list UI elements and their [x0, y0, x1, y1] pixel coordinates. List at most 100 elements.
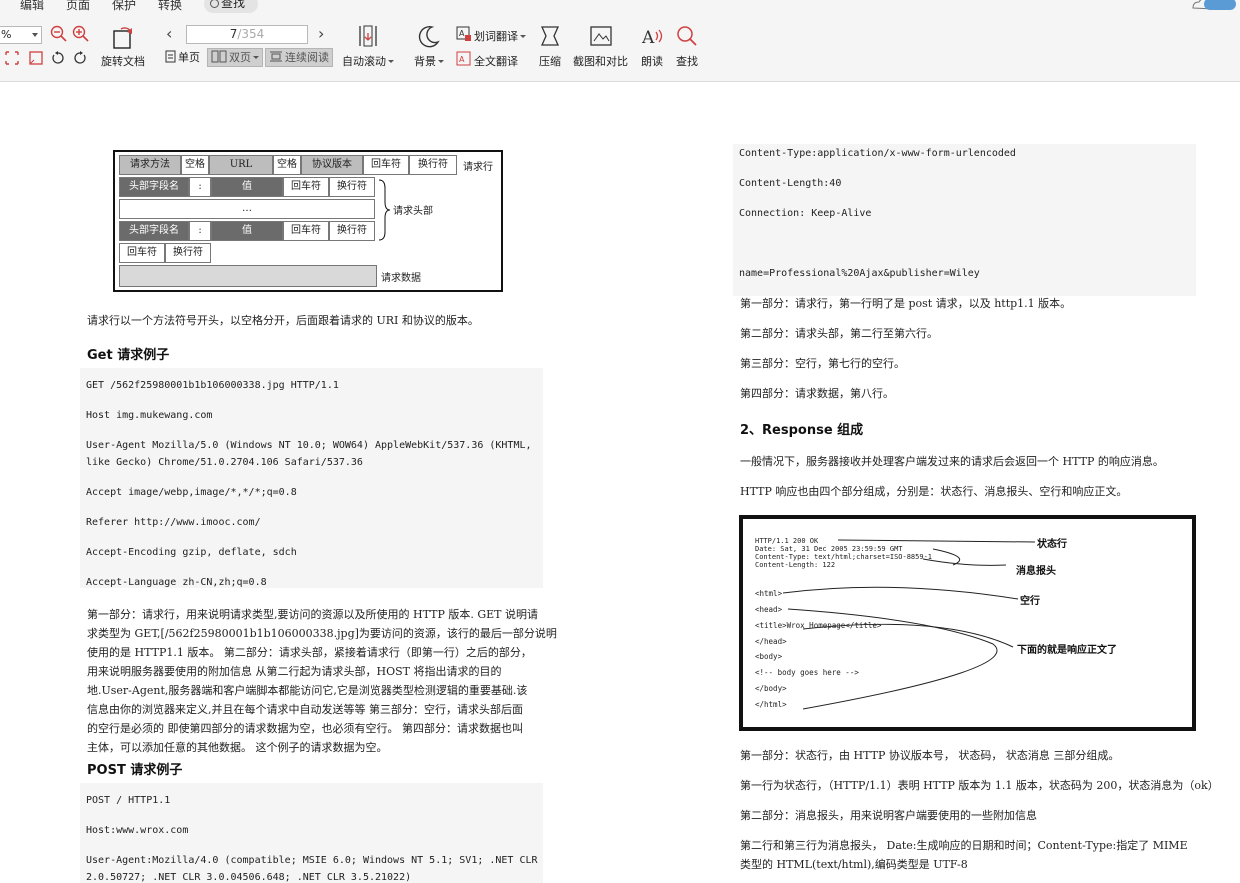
auto-scroll-label[interactable]: 自动滚动 [342, 53, 394, 69]
cloud-icon[interactable] [1190, 0, 1240, 12]
rotate-right-icon[interactable] [72, 50, 88, 66]
code-line: GET /562f25980001b1b106000338.jpg HTTP/1… [86, 380, 339, 391]
full-translate-label[interactable]: 全文翻译 [474, 53, 518, 69]
menu-edit[interactable]: 编辑 [20, 0, 44, 13]
get-example-heading: Get 请求例子 [87, 348, 170, 363]
single-page-button[interactable]: 单页 [162, 48, 203, 67]
word-translate-text: 划词翻译 [474, 30, 518, 43]
rotate-left-icon[interactable] [50, 50, 66, 66]
explain-line: 用来说明服务器要使用的附加信息 从第二行起为请求头部，HOST 将指出请求的目的 [87, 665, 502, 678]
explain-line: 使用的是 HTTP1.1 版本。 第二部分：请求头部，紧接着请求行（即第一行）之… [87, 646, 532, 659]
cell-value: 值 [211, 177, 283, 197]
post-example-code: POST / HTTP1.1 Host:www.wrox.com User-Ag… [80, 783, 543, 883]
single-page-label: 单页 [178, 51, 200, 64]
code-line: Host img.mukewang.com [86, 410, 213, 421]
menu-page[interactable]: 页面 [66, 0, 90, 13]
auto-scroll-text: 自动滚动 [342, 55, 386, 68]
menu-search-label: 查找 [221, 0, 246, 10]
code-line: 2.0.50727; .NET CLR 3.0.04506.648; .NET … [86, 872, 412, 883]
continuous-reading-label: 连续阅读 [285, 51, 329, 64]
fit-page-icon[interactable] [4, 50, 20, 66]
auto-scroll-icon[interactable] [357, 24, 379, 48]
background-label[interactable]: 背景 [414, 53, 444, 69]
cell-carriage-return: 回车符 [119, 243, 165, 263]
cell-space: 空格 [273, 155, 301, 175]
cell-url: URL [209, 155, 273, 175]
response-heading: 2、Response 组成 [740, 423, 864, 438]
post-example-heading: POST 请求例子 [87, 763, 183, 778]
code-line: Accept image/webp,image/*,*/*;q=0.8 [86, 487, 297, 498]
word-translate-label[interactable]: 划词翻译 [474, 28, 526, 44]
read-aloud-label[interactable]: 朗读 [641, 53, 663, 69]
explain-line: 的空行是必须的 即使第四部分的请求数据为空，也必须有空行。 第四部分：请求数据也… [87, 722, 523, 735]
next-page-button[interactable]: › [318, 25, 324, 43]
cell-carriage-return: 回车符 [363, 155, 409, 175]
screenshot-compare-label[interactable]: 截图和对比 [573, 53, 628, 69]
rotate-document-label: 旋转文档 [101, 55, 145, 68]
previous-page-button[interactable]: ‹ [166, 25, 172, 43]
page-total: /354 [237, 27, 265, 41]
zoom-select[interactable]: % [0, 26, 42, 44]
compress-icon[interactable] [539, 24, 561, 48]
request-line-description: 请求行以一个方法符号开头，以空格分开，后面跟着请求的 URI 和协议的版本。 [87, 314, 479, 327]
continuous-reading-button[interactable]: 连续阅读 [265, 48, 333, 67]
double-page-button[interactable]: 双页 [207, 48, 263, 67]
document-view[interactable]: 请求方法 空格 URL 空格 协议版本 回车符 换行符 请求行 头部字段名 : … [0, 82, 1240, 883]
full-translate-icon[interactable]: A [456, 51, 472, 67]
post-explain-line: 第三部分：空行，第七行的空行。 [740, 357, 905, 370]
code-line: POST / HTTP1.1 [86, 795, 171, 806]
request-line-label: 请求行 [463, 162, 493, 173]
cell-colon: : [189, 177, 211, 197]
page-number-input[interactable]: 7/354 [186, 25, 308, 44]
label-response-body: 下面的就是响应正文了 [1017, 645, 1117, 656]
zoom-value: % [1, 28, 12, 41]
cell-ellipsis: … [119, 199, 375, 219]
request-header-label: 请求头部 [393, 206, 433, 217]
menu-search-button[interactable]: 查找 [204, 0, 258, 13]
cell-line-feed: 换行符 [329, 177, 375, 197]
code-line: Referer http://www.imooc.com/ [86, 517, 261, 528]
menu-convert[interactable]: 转换 [158, 0, 182, 13]
response-explain-line: 第二部分：消息报头，用来说明客户端要使用的一些附加信息 [740, 809, 1037, 822]
moon-icon[interactable] [417, 24, 441, 48]
post-example-code-continued: Content-Type:application/x-www-form-urle… [733, 144, 1196, 296]
word-translate-icon[interactable]: A [456, 26, 472, 42]
find-icon[interactable] [675, 24, 699, 48]
cell-value: 值 [211, 221, 283, 241]
code-line: Accept-Language zh-CN,zh;q=0.8 [86, 577, 267, 588]
explain-line: 主体，可以添加任意的其他数据。 这个例子的请求数据为空。 [87, 741, 388, 754]
http-request-format-diagram: 请求方法 空格 URL 空格 协议版本 回车符 换行符 请求行 头部字段名 : … [113, 150, 503, 292]
zoom-in-icon[interactable] [72, 25, 90, 43]
label-blank-line: 空行 [1020, 596, 1040, 607]
code-line: Accept-Encoding gzip, deflate, sdch [86, 547, 297, 558]
annotation-arrows [782, 539, 1036, 710]
menu-protect[interactable]: 保护 [112, 0, 136, 13]
label-status-line: 状态行 [1037, 539, 1067, 550]
explain-line: 求类型为 GET,[/562f25980001b1b106000338.jpg]… [87, 627, 557, 640]
cell-line-feed: 换行符 [329, 221, 375, 241]
cell-line-feed: 换行符 [165, 243, 211, 263]
explain-line: 地.User-Agent,服务器端和客户端脚本都能访问它,它是浏览器类型检测逻辑… [87, 684, 528, 697]
zoom-out-icon[interactable] [50, 25, 68, 43]
code-line: User-Agent:Mozilla/4.0 (compatible; MSIE… [86, 855, 538, 866]
post-explain-line: 第四部分：请求数据，第八行。 [740, 387, 894, 400]
code-line: Host:www.wrox.com [86, 825, 189, 836]
request-body-label: 请求数据 [381, 273, 421, 284]
rotate-document-icon[interactable] [111, 24, 135, 50]
http-response-diagram: HTTP/1.1 200 OK Date: Sat, 31 Dec 2005 2… [739, 515, 1196, 731]
response-explain-line: 第一部分：状态行，由 HTTP 协议版本号， 状态码， 状态消息 三部分组成。 [740, 749, 1120, 762]
compress-label[interactable]: 压缩 [539, 53, 561, 69]
find-label[interactable]: 查找 [676, 53, 698, 69]
cell-body [119, 265, 377, 287]
cell-colon: : [189, 221, 211, 241]
read-aloud-icon[interactable]: A [641, 24, 665, 48]
screenshot-compare-icon[interactable] [589, 24, 613, 48]
cell-line-feed: 换行符 [409, 155, 457, 175]
label-message-headers: 消息报头 [1016, 566, 1056, 577]
get-example-code: GET /562f25980001b1b106000338.jpg HTTP/1… [80, 368, 543, 588]
fit-width-icon[interactable] [28, 50, 44, 66]
code-line: Content-Length:40 [739, 178, 842, 189]
response-intro: 一般情况下，服务器接收并处理客户端发过来的请求后会返回一个 HTTP 的响应消息… [740, 455, 1164, 468]
double-page-label: 双页 [229, 51, 251, 64]
post-explain-line: 第一部分：请求行，第一行明了是 post 请求，以及 http1.1 版本。 [740, 297, 1072, 310]
